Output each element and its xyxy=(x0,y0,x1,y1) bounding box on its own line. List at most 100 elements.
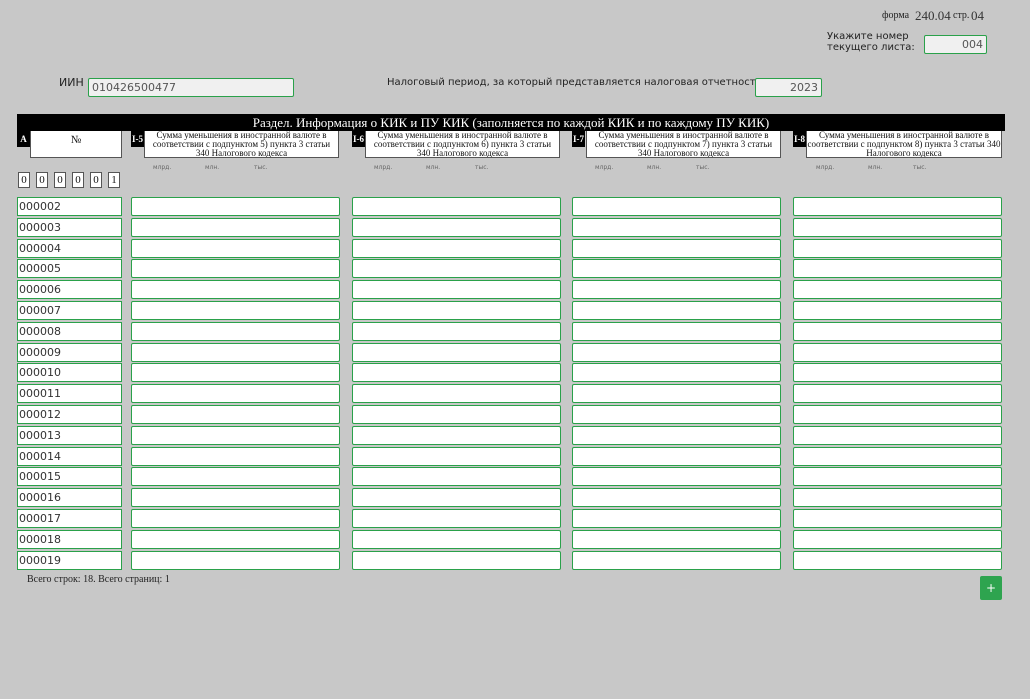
amount-input-i7[interactable] xyxy=(572,405,781,424)
amount-input-i6[interactable] xyxy=(352,467,561,486)
row-number-field[interactable]: 000017 xyxy=(17,509,122,528)
amount-input-i7[interactable] xyxy=(572,509,781,528)
amount-input-i8[interactable] xyxy=(793,280,1002,299)
row-number-field[interactable]: 000006 xyxy=(17,280,122,299)
amount-input-i6[interactable] xyxy=(352,239,561,258)
iin-field[interactable]: 010426500477 xyxy=(88,78,294,97)
amount-input-i5[interactable] xyxy=(131,488,340,507)
amount-input-i8[interactable] xyxy=(793,488,1002,507)
row-number-field[interactable]: 000004 xyxy=(17,239,122,258)
amount-input-i7[interactable] xyxy=(572,426,781,445)
amount-input-i7[interactable] xyxy=(572,239,781,258)
amount-input-i7[interactable] xyxy=(572,301,781,320)
amount-input-i6[interactable] xyxy=(352,197,561,216)
amount-input-i7[interactable] xyxy=(572,280,781,299)
amount-input-i5[interactable] xyxy=(131,426,340,445)
amount-input-i6[interactable] xyxy=(352,551,561,570)
row-number-digit[interactable]: 0 xyxy=(90,172,102,188)
amount-input-i5[interactable] xyxy=(131,467,340,486)
amount-input-i6[interactable] xyxy=(352,447,561,466)
amount-input-i7[interactable] xyxy=(572,447,781,466)
amount-input-i6[interactable] xyxy=(352,343,561,362)
amount-input-i5[interactable] xyxy=(131,530,340,549)
amount-input-i8[interactable] xyxy=(793,467,1002,486)
amount-input-i7[interactable] xyxy=(572,488,781,507)
amount-input-i6[interactable] xyxy=(352,322,561,341)
row-number-digit[interactable]: 0 xyxy=(18,172,30,188)
amount-input-i5[interactable] xyxy=(131,218,340,237)
amount-input-i7[interactable] xyxy=(572,551,781,570)
amount-input-i6[interactable] xyxy=(352,218,561,237)
amount-input-i6[interactable] xyxy=(352,509,561,528)
amount-input-i8[interactable] xyxy=(793,343,1002,362)
amount-input-i5[interactable] xyxy=(131,551,340,570)
amount-input-i8[interactable] xyxy=(793,509,1002,528)
amount-input-i8[interactable] xyxy=(793,405,1002,424)
amount-input-i8[interactable] xyxy=(793,239,1002,258)
row-number-digit[interactable]: 1 xyxy=(108,172,120,188)
amount-input-i6[interactable] xyxy=(352,259,561,278)
amount-input-i8[interactable] xyxy=(793,301,1002,320)
amount-input-i6[interactable] xyxy=(352,384,561,403)
amount-input-i5[interactable] xyxy=(131,343,340,362)
amount-input-i8[interactable] xyxy=(793,322,1002,341)
amount-input-i5[interactable] xyxy=(131,280,340,299)
amount-input-i8[interactable] xyxy=(793,530,1002,549)
row-number-field[interactable]: 000002 xyxy=(17,197,122,216)
amount-input-i7[interactable] xyxy=(572,322,781,341)
amount-input-i5[interactable] xyxy=(131,363,340,382)
amount-input-i6[interactable] xyxy=(352,530,561,549)
row-number-field[interactable]: 000010 xyxy=(17,363,122,382)
tax-period-year-field[interactable]: 2023 xyxy=(755,78,822,97)
row-number-field[interactable]: 000009 xyxy=(17,343,122,362)
row-number-field[interactable]: 000014 xyxy=(17,447,122,466)
amount-input-i8[interactable] xyxy=(793,218,1002,237)
row-number-field[interactable]: 000019 xyxy=(17,551,122,570)
row-number-field[interactable]: 000013 xyxy=(17,426,122,445)
row-number-field[interactable]: 000018 xyxy=(17,530,122,549)
row-number-digit[interactable]: 0 xyxy=(54,172,66,188)
amount-input-i6[interactable] xyxy=(352,405,561,424)
amount-input-i7[interactable] xyxy=(572,197,781,216)
amount-input-i8[interactable] xyxy=(793,384,1002,403)
amount-input-i7[interactable] xyxy=(572,259,781,278)
sheet-number-field[interactable]: 004 xyxy=(924,35,987,54)
row-number-digit[interactable]: 0 xyxy=(36,172,48,188)
row-number-field[interactable]: 000015 xyxy=(17,467,122,486)
amount-input-i5[interactable] xyxy=(131,322,340,341)
amount-input-i7[interactable] xyxy=(572,343,781,362)
amount-input-i6[interactable] xyxy=(352,301,561,320)
amount-input-i5[interactable] xyxy=(131,509,340,528)
amount-input-i5[interactable] xyxy=(131,447,340,466)
amount-input-i8[interactable] xyxy=(793,197,1002,216)
amount-input-i7[interactable] xyxy=(572,384,781,403)
amount-input-i5[interactable] xyxy=(131,384,340,403)
amount-input-i7[interactable] xyxy=(572,530,781,549)
amount-input-i8[interactable] xyxy=(793,259,1002,278)
amount-input-i6[interactable] xyxy=(352,363,561,382)
amount-input-i8[interactable] xyxy=(793,447,1002,466)
amount-input-i6[interactable] xyxy=(352,426,561,445)
amount-input-i8[interactable] xyxy=(793,363,1002,382)
amount-input-i5[interactable] xyxy=(131,197,340,216)
amount-input-i8[interactable] xyxy=(793,551,1002,570)
amount-input-i5[interactable] xyxy=(131,405,340,424)
row-number-field[interactable]: 000012 xyxy=(17,405,122,424)
amount-input-i8[interactable] xyxy=(793,426,1002,445)
row-number-field[interactable]: 000007 xyxy=(17,301,122,320)
amount-input-i5[interactable] xyxy=(131,259,340,278)
row-number-field[interactable]: 000011 xyxy=(17,384,122,403)
amount-input-i6[interactable] xyxy=(352,488,561,507)
row-number-field[interactable]: 000008 xyxy=(17,322,122,341)
row-number-field[interactable]: 000003 xyxy=(17,218,122,237)
amount-input-i7[interactable] xyxy=(572,218,781,237)
amount-input-i7[interactable] xyxy=(572,467,781,486)
amount-input-i7[interactable] xyxy=(572,363,781,382)
add-row-button[interactable]: + xyxy=(980,576,1002,600)
amount-input-i6[interactable] xyxy=(352,280,561,299)
amount-input-i5[interactable] xyxy=(131,301,340,320)
row-number-field[interactable]: 000005 xyxy=(17,259,122,278)
row-number-field[interactable]: 000016 xyxy=(17,488,122,507)
amount-input-i5[interactable] xyxy=(131,239,340,258)
row-number-digit[interactable]: 0 xyxy=(72,172,84,188)
